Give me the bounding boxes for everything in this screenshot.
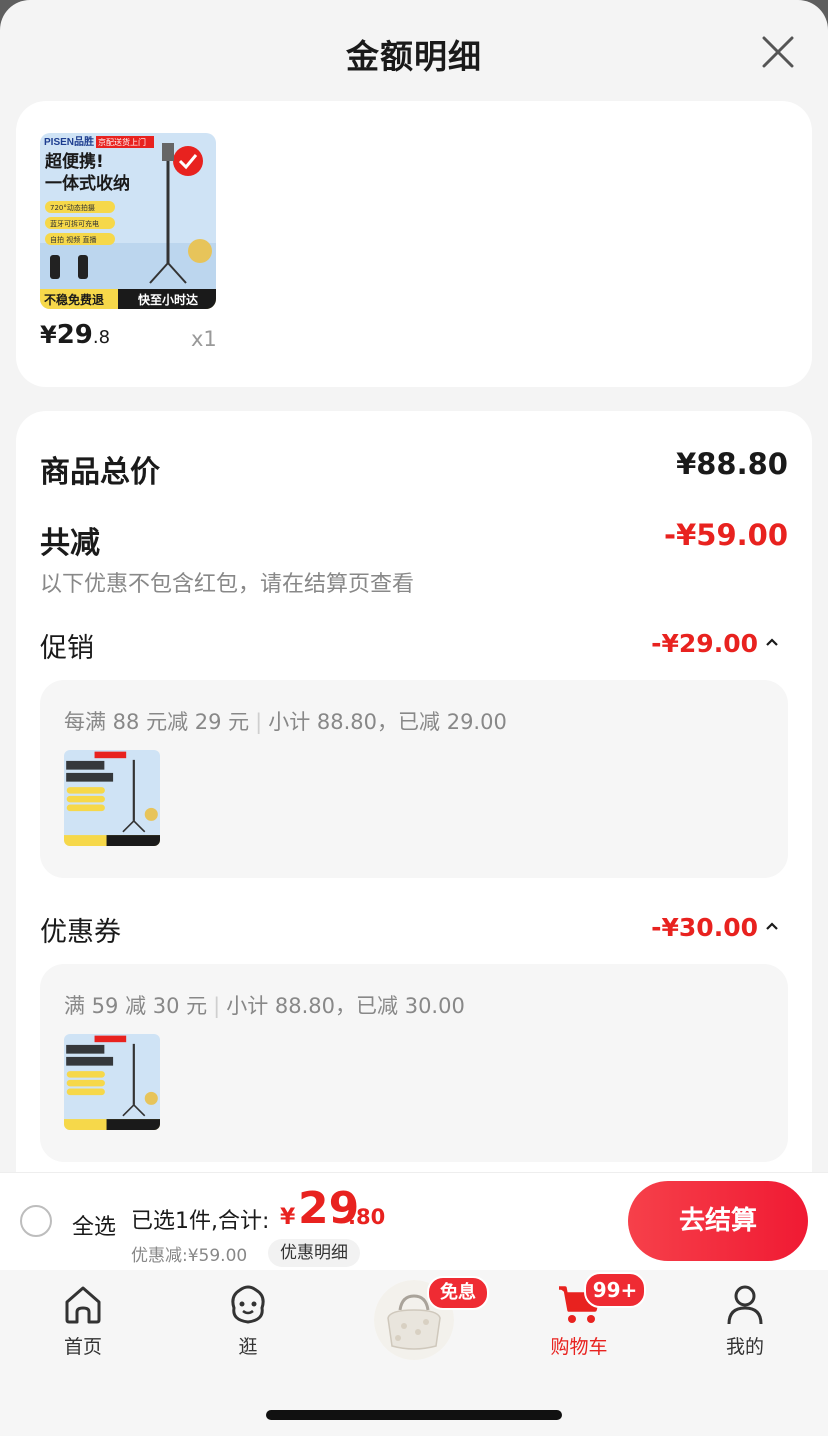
svg-text:蓝牙可拆可充电: 蓝牙可拆可充电 [50, 219, 99, 228]
cart-count-badge: 99+ [584, 1272, 646, 1308]
total-currency: ¥ [280, 1205, 296, 1230]
svg-text:PISEN品胜: PISEN品胜 [44, 135, 94, 148]
coupon-value: -¥30.00 [651, 913, 758, 942]
select-all-radio[interactable] [20, 1205, 52, 1237]
total-price-value: ¥88.80 [676, 447, 788, 481]
svg-text:一体式收纳: 一体式收纳 [45, 173, 130, 194]
promo-rule-text: 每满 88 元减 29 元 | 小计 88.80，已减 29.00 [64, 710, 507, 734]
bottom-tab-bar: 首页 逛 免息 购物车 99+ 我的 [0, 1270, 828, 1436]
product-card: PISEN品胜 京配送货上门 超便携! 一体式收纳 720°动态拍摄 蓝牙可拆可… [16, 101, 812, 387]
svg-text:京配送货上门: 京配送货上门 [98, 137, 146, 147]
checkout-bar: 全选 已选1件,合计: ¥ 29 .80 优惠减:¥59.00 优惠明细 去结算 [0, 1172, 828, 1270]
promo-title: 促销 [40, 633, 94, 664]
coupon-rule-text: 满 59 减 30 元 | 小计 88.80，已减 30.00 [64, 994, 465, 1018]
chevron-up-icon[interactable] [764, 635, 780, 651]
coupon-detail-box: 满 59 减 30 元 | 小计 88.80，已减 30.00 [40, 964, 788, 1162]
price-detail-card: 商品总价 ¥88.80 共减 -¥59.00 以下优惠不包含红包，请在结算页查看… [16, 411, 812, 1211]
tab-me-label: 我的 [725, 1336, 764, 1358]
total-amount-decimal: .80 [348, 1205, 386, 1229]
product-image[interactable]: PISEN品胜 京配送货上门 超便携! 一体式收纳 720°动态拍摄 蓝牙可拆可… [40, 133, 216, 309]
promo-value: -¥29.00 [651, 629, 758, 658]
svg-text:自拍 视频 直播: 自拍 视频 直播 [50, 235, 96, 244]
discount-summary: 优惠减:¥59.00 [131, 1246, 248, 1266]
tab-home[interactable]: 首页 [33, 1280, 133, 1370]
tab-me[interactable]: 我的 [695, 1280, 795, 1370]
interest-free-badge: 免息 [427, 1276, 489, 1310]
amount-detail-sheet: 金额明细 PISEN品胜 京配送货上门 超便携! 一体式收纳 720°动态拍摄 … [0, 0, 828, 1436]
product-quantity: x1 [191, 327, 217, 351]
discount-detail-button[interactable]: 优惠明细 [268, 1239, 360, 1267]
home-icon [59, 1280, 107, 1328]
svg-text:720°动态拍摄: 720°动态拍摄 [50, 203, 95, 212]
tab-home-label: 首页 [63, 1336, 102, 1358]
home-indicator [266, 1410, 562, 1420]
tab-browse[interactable]: 逛 [198, 1280, 298, 1370]
svg-text:超便携!: 超便携! [45, 151, 104, 172]
total-reduce-label: 共减 [40, 526, 100, 561]
close-icon [762, 36, 794, 68]
product-price: ¥29.8 [40, 320, 111, 350]
coupon-product-image[interactable] [64, 1034, 160, 1130]
total-reduce-value: -¥59.00 [664, 518, 788, 552]
chevron-up-icon[interactable] [764, 919, 780, 935]
sheet-header: 金额明细 [0, 0, 828, 104]
sheet-title: 金额明细 [346, 37, 482, 76]
person-icon [721, 1280, 769, 1328]
svg-text:不稳免费退: 不稳免费退 [44, 292, 104, 307]
discount-note: 以下优惠不包含红包，请在结算页查看 [40, 572, 415, 597]
promo-product-image[interactable] [64, 750, 160, 846]
checkout-button[interactable]: 去结算 [628, 1181, 808, 1261]
promo-detail-box: 每满 88 元减 29 元 | 小计 88.80，已减 29.00 [40, 680, 788, 878]
close-button[interactable] [756, 30, 800, 74]
tab-browse-label: 逛 [238, 1336, 258, 1358]
svg-text:快至小时达: 快至小时达 [138, 292, 198, 307]
tab-cart-label: 购物车 [550, 1336, 608, 1358]
select-all-label[interactable]: 全选 [72, 1209, 116, 1241]
face-icon [224, 1280, 272, 1328]
total-price-label: 商品总价 [40, 455, 160, 490]
selected-count-text: 已选1件,合计: [131, 1209, 270, 1234]
coupon-title: 优惠券 [40, 917, 121, 948]
